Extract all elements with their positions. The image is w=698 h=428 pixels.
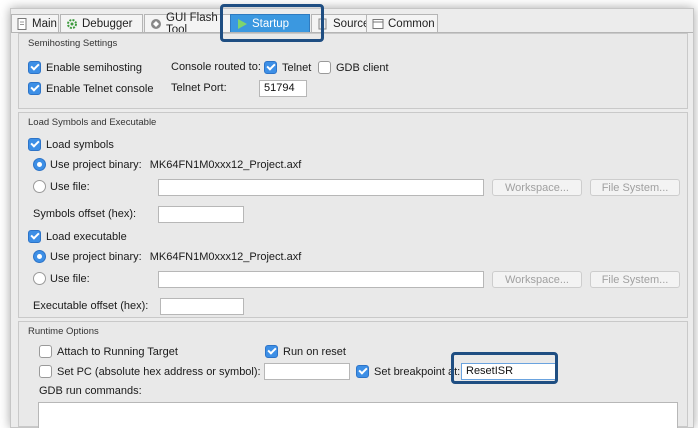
tab-bar: Main Debugger GUI Flash Tool Startup Sou… — [11, 9, 693, 36]
executable-offset-text: Executable offset (hex): — [33, 300, 149, 312]
load-title: Load Symbols and Executable — [28, 117, 157, 128]
exe-file-field[interactable] — [158, 271, 484, 288]
checkbox-mark — [28, 61, 41, 74]
runtime-options-group: Runtime Options Attach to Running Target… — [18, 321, 688, 428]
telnet-port-text: Telnet Port: — [171, 82, 227, 94]
telnet-label: Telnet — [282, 61, 312, 74]
executable-offset-label: Executable offset (hex): — [33, 300, 148, 312]
semihosting-group: Semihosting Settings Enable semihosting … — [18, 33, 688, 109]
exe-use-project-radio[interactable]: Use project binary: MK64FN1M0xxx12_Proje… — [33, 250, 301, 263]
executable-offset-field[interactable] — [160, 298, 244, 315]
gear-icon — [66, 18, 78, 30]
tab-label: Source — [333, 17, 370, 30]
exe-use-file-radio[interactable]: Use file: — [33, 272, 90, 285]
tab-label: Main — [32, 17, 57, 30]
exe-use-file-label: Use file: — [50, 272, 90, 285]
checkbox-mark — [318, 61, 331, 74]
checkbox-mark — [39, 345, 52, 358]
exe-file-system-button[interactable]: File System... — [590, 271, 680, 288]
checkbox-mark — [356, 365, 369, 378]
console-routed-label: Console routed to: — [171, 61, 261, 73]
enable-semihosting-checkbox[interactable]: Enable semihosting — [28, 61, 142, 74]
telnet-port-label: Telnet Port: — [171, 82, 227, 94]
radio-mark — [33, 180, 46, 193]
console-routed-text: Console routed to: — [171, 61, 261, 73]
gdb-run-commands-text: GDB run commands: — [39, 385, 142, 397]
gdb-run-commands-field[interactable] — [38, 402, 678, 428]
checkbox-mark — [264, 61, 277, 74]
telnet-checkbox[interactable]: Telnet — [264, 61, 311, 74]
load-symbols-group: Load Symbols and Executable Load symbols… — [18, 112, 688, 318]
symbols-offset-text: Symbols offset (hex): — [33, 208, 137, 220]
sym-use-project-radio[interactable]: Use project binary: MK64FN1M0xxx12_Proje… — [33, 158, 301, 171]
checkbox-mark — [28, 138, 41, 151]
set-pc-label: Set PC (absolute hex address or symbol): — [57, 365, 261, 378]
exe-use-project-label: Use project binary: — [50, 250, 142, 263]
sym-file-system-button[interactable]: File System... — [590, 179, 680, 196]
checkbox-mark — [265, 345, 278, 358]
run-on-reset-label: Run on reset — [283, 345, 346, 358]
load-symbols-label: Load symbols — [46, 138, 114, 151]
load-symbols-checkbox[interactable]: Load symbols — [28, 138, 114, 151]
tab-label: Debugger — [82, 17, 133, 30]
tab-common[interactable]: Common — [366, 14, 438, 32]
startup-tab-highlight — [220, 4, 324, 42]
semihosting-title: Semihosting Settings — [28, 38, 118, 49]
launch-configuration-window: Main Debugger GUI Flash Tool Startup Sou… — [10, 4, 694, 428]
radio-mark — [33, 158, 46, 171]
run-on-reset-checkbox[interactable]: Run on reset — [265, 345, 346, 358]
runtime-title: Runtime Options — [28, 326, 99, 337]
load-executable-label: Load executable — [46, 230, 127, 243]
tab-label: Common — [388, 17, 435, 30]
set-pc-checkbox[interactable]: Set PC (absolute hex address or symbol): — [39, 365, 261, 378]
radio-mark — [33, 272, 46, 285]
gdb-run-commands-label: GDB run commands: — [39, 385, 142, 397]
checkbox-mark — [28, 82, 41, 95]
common-icon — [372, 18, 384, 30]
enable-telnet-console-label: Enable Telnet console — [46, 82, 154, 95]
radio-mark — [33, 250, 46, 263]
attach-running-checkbox[interactable]: Attach to Running Target — [39, 345, 178, 358]
gdb-client-label: GDB client — [336, 61, 389, 74]
attach-running-label: Attach to Running Target — [57, 345, 178, 358]
load-executable-checkbox[interactable]: Load executable — [28, 230, 127, 243]
symbols-offset-field[interactable] — [158, 206, 244, 223]
sym-use-project-label: Use project binary: — [50, 158, 142, 171]
set-breakpoint-checkbox[interactable]: Set breakpoint at: — [356, 365, 460, 378]
sym-workspace-button[interactable]: Workspace... — [492, 179, 582, 196]
flash-tool-icon — [150, 18, 162, 30]
exe-project-binary-value: MK64FN1M0xxx12_Project.axf — [149, 250, 302, 263]
sym-project-binary-value: MK64FN1M0xxx12_Project.axf — [149, 158, 302, 171]
enable-telnet-console-checkbox[interactable]: Enable Telnet console — [28, 82, 153, 95]
gdb-client-checkbox[interactable]: GDB client — [318, 61, 389, 74]
sym-use-file-radio[interactable]: Use file: — [33, 180, 90, 193]
set-pc-field[interactable] — [264, 363, 350, 380]
set-breakpoint-label: Set breakpoint at: — [374, 365, 461, 378]
document-icon — [17, 17, 28, 30]
sym-file-field[interactable] — [158, 179, 484, 196]
telnet-port-field[interactable]: 51794 — [259, 80, 307, 97]
checkbox-mark — [28, 230, 41, 243]
sym-use-file-label: Use file: — [50, 180, 90, 193]
tab-main[interactable]: Main — [11, 14, 59, 32]
symbols-offset-label: Symbols offset (hex): — [33, 208, 136, 220]
enable-semihosting-label: Enable semihosting — [46, 61, 143, 74]
exe-workspace-button[interactable]: Workspace... — [492, 271, 582, 288]
tab-debugger[interactable]: Debugger — [60, 14, 143, 32]
breakpoint-highlight — [451, 352, 558, 384]
checkbox-mark — [39, 365, 52, 378]
